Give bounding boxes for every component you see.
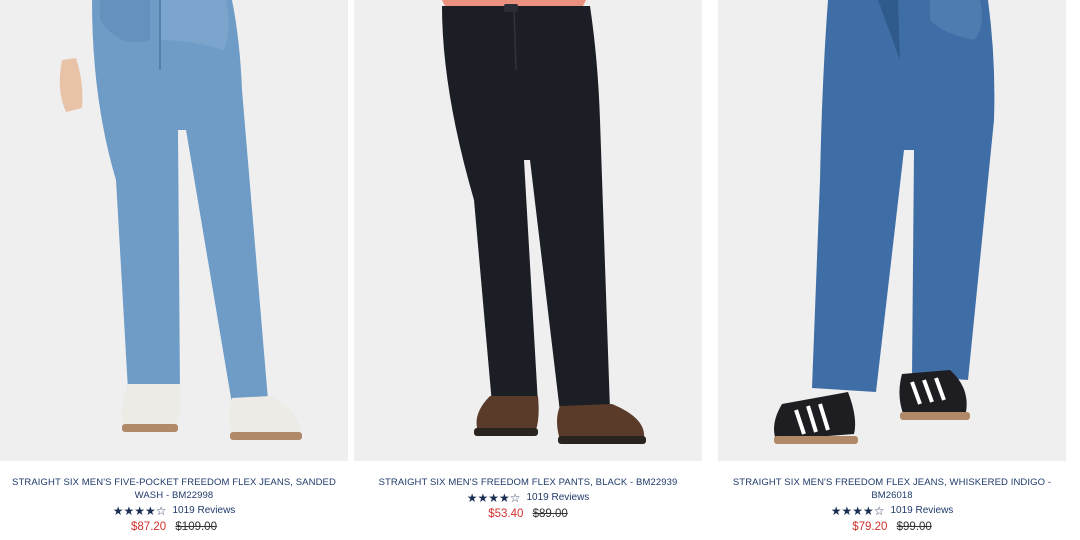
- product-card[interactable]: STRAIGHT SIX MEN'S FREEDOM FLEX JEANS, W…: [718, 0, 1066, 540]
- product-rating: ★★★★☆ 1019 Reviews: [0, 504, 348, 518]
- product-info: STRAIGHT SIX MEN'S FREEDOM FLEX JEANS, W…: [718, 476, 1066, 535]
- product-card[interactable]: STRAIGHT SIX MEN'S FIVE-POCKET FREEDOM F…: [0, 0, 348, 540]
- jeans-photo: [774, 0, 995, 444]
- star-rating-icon: ★★★★☆: [112, 504, 167, 518]
- product-title[interactable]: STRAIGHT SIX MEN'S FIVE-POCKET FREEDOM F…: [0, 476, 348, 502]
- original-price: $89.00: [532, 508, 568, 520]
- product-info: STRAIGHT SIX MEN'S FREEDOM FLEX PANTS, B…: [354, 476, 702, 522]
- original-price: $99.00: [896, 521, 932, 533]
- product-image[interactable]: [0, 0, 348, 461]
- product-image[interactable]: [718, 0, 1066, 461]
- product-rating: ★★★★☆ 1019 Reviews: [354, 491, 702, 505]
- sale-price: $87.20: [131, 521, 167, 533]
- product-title[interactable]: STRAIGHT SIX MEN'S FREEDOM FLEX PANTS, B…: [354, 476, 702, 489]
- original-price: $109.00: [175, 521, 217, 533]
- reviews-link[interactable]: 1019 Reviews: [890, 504, 953, 518]
- star-rating-icon: ★★★★☆: [830, 504, 885, 518]
- star-rating-icon: ★★★★☆: [466, 491, 521, 505]
- product-rating: ★★★★☆ 1019 Reviews: [718, 504, 1066, 518]
- product-price: $53.40 $89.00: [354, 507, 702, 522]
- product-grid: STRAIGHT SIX MEN'S FIVE-POCKET FREEDOM F…: [0, 0, 1080, 540]
- product-info: STRAIGHT SIX MEN'S FIVE-POCKET FREEDOM F…: [0, 476, 348, 535]
- jeans-photo: [59, 0, 302, 440]
- product-title[interactable]: STRAIGHT SIX MEN'S FREEDOM FLEX JEANS, W…: [718, 476, 1066, 502]
- reviews-link[interactable]: 1019 Reviews: [526, 491, 589, 505]
- sale-price: $53.40: [488, 508, 524, 520]
- product-price: $87.20 $109.00: [0, 520, 348, 535]
- product-price: $79.20 $99.00: [718, 520, 1066, 535]
- pants-photo: [442, 0, 646, 444]
- sale-price: $79.20: [852, 521, 888, 533]
- product-card[interactable]: STRAIGHT SIX MEN'S FREEDOM FLEX PANTS, B…: [354, 0, 702, 540]
- product-image[interactable]: [354, 0, 702, 461]
- reviews-link[interactable]: 1019 Reviews: [172, 504, 235, 518]
